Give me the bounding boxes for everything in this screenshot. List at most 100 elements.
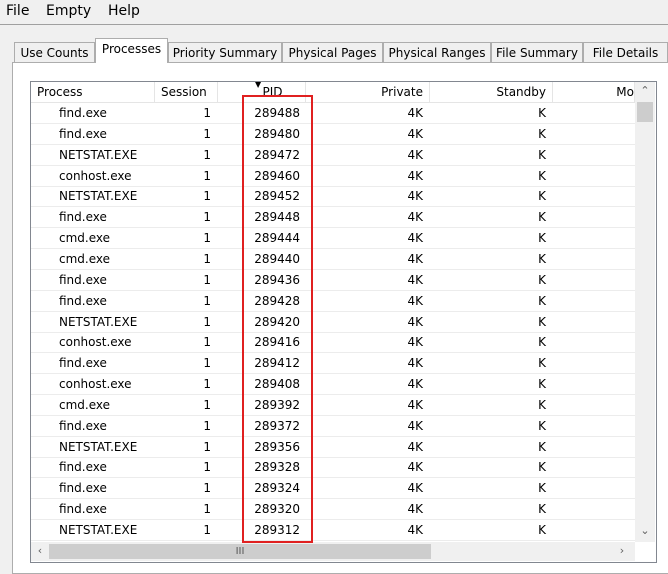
- tab-file-details[interactable]: File Details: [583, 42, 668, 62]
- tab-file-summary[interactable]: File Summary: [491, 42, 583, 62]
- cell-pid: 289452: [254, 189, 300, 204]
- cell-process-name: find.exe: [59, 293, 107, 308]
- table-row[interactable]: find.exe 1 289412 4K K: [31, 353, 635, 375]
- cell-process-name: find.exe: [59, 481, 107, 496]
- table-row[interactable]: NETSTAT.EXE 1 289472 4K K: [31, 145, 635, 166]
- table-row[interactable]: cmd.exe 1 289444 4K K: [31, 228, 635, 250]
- cell-session: 1: [203, 481, 211, 496]
- table-row[interactable]: conhost.exe 1 289408 4K K: [31, 374, 635, 396]
- tab-physical-pages[interactable]: Physical Pages: [282, 42, 383, 62]
- cell-standby: K: [538, 460, 546, 475]
- cell-process-name: NETSTAT.EXE: [59, 147, 138, 162]
- cell-pid: 289328: [254, 460, 300, 475]
- table-row[interactable]: find.exe 1 289324 4K K: [31, 478, 635, 500]
- sort-desc-icon: ▼: [255, 82, 262, 89]
- cell-pid: 289356: [254, 439, 300, 454]
- table-row[interactable]: cmd.exe 1 289392 4K K: [31, 395, 635, 416]
- horizontal-scrollbar[interactable]: ‹ III ›: [31, 542, 635, 561]
- cell-standby: K: [538, 523, 546, 537]
- cell-session: 1: [203, 189, 211, 204]
- col-process[interactable]: Process: [31, 82, 155, 102]
- cell-private: 4K: [407, 356, 423, 371]
- cell-process-name: find.exe: [59, 272, 107, 287]
- cell-session: 1: [203, 377, 211, 392]
- tab-use-counts[interactable]: Use Counts: [14, 42, 95, 62]
- cell-standby: K: [538, 189, 546, 204]
- cell-private: 4K: [407, 293, 423, 308]
- menu-help[interactable]: Help: [108, 3, 140, 19]
- cell-private: 4K: [407, 106, 423, 120]
- scroll-up-icon[interactable]: ⌃: [635, 84, 655, 97]
- cell-process-name: find.exe: [59, 356, 107, 371]
- table-row[interactable]: cmd.exe 1 289440 4K K: [31, 249, 635, 270]
- cell-standby: K: [538, 356, 546, 371]
- table-row[interactable]: find.exe 1 289488 4K K: [31, 103, 635, 124]
- table-row[interactable]: find.exe 1 289328 4K K: [31, 457, 635, 479]
- cell-standby: K: [538, 106, 546, 120]
- cell-pid: 289448: [254, 210, 300, 225]
- cell-private: 4K: [407, 126, 423, 141]
- table-row[interactable]: NETSTAT.EXE 1 289356 4K K: [31, 437, 635, 458]
- cell-standby: K: [538, 293, 546, 308]
- cell-session: 1: [203, 126, 211, 141]
- cell-pid: 289428: [254, 293, 300, 308]
- table-row[interactable]: conhost.exe 1 289416 4K K: [31, 332, 635, 354]
- cell-private: 4K: [407, 418, 423, 433]
- cell-standby: K: [538, 231, 546, 246]
- tab-priority-summary[interactable]: Priority Summary: [168, 42, 282, 62]
- table-row[interactable]: find.exe 1 289436 4K K: [31, 270, 635, 291]
- menu-empty[interactable]: Empty: [46, 3, 91, 19]
- cell-process-name: NETSTAT.EXE: [59, 523, 138, 537]
- col-pid[interactable]: ▼ PID: [218, 82, 306, 102]
- tab-physical-ranges[interactable]: Physical Ranges: [383, 42, 491, 62]
- cell-standby: K: [538, 147, 546, 162]
- horizontal-scroll-thumb[interactable]: III: [49, 544, 431, 559]
- cell-pid: 289372: [254, 418, 300, 433]
- table-row[interactable]: find.exe 1 289372 4K K: [31, 416, 635, 437]
- cell-private: 4K: [407, 147, 423, 162]
- table-row[interactable]: NETSTAT.EXE 1 289312 4K K: [31, 520, 635, 541]
- cell-standby: K: [538, 439, 546, 454]
- menu-file[interactable]: File: [6, 3, 29, 19]
- table-row[interactable]: find.exe 1 289428 4K K: [31, 291, 635, 312]
- cell-pid: 289480: [254, 126, 300, 141]
- vertical-scrollbar[interactable]: ⌃ ⌄: [635, 82, 655, 542]
- cell-session: 1: [203, 418, 211, 433]
- cell-private: 4K: [407, 502, 423, 517]
- cell-process-name: cmd.exe: [59, 397, 111, 412]
- cell-pid: 289420: [254, 314, 300, 329]
- cell-standby: K: [538, 126, 546, 141]
- col-standby[interactable]: Standby: [430, 82, 553, 102]
- cell-private: 4K: [407, 168, 423, 183]
- cell-process-name: conhost.exe: [59, 335, 132, 350]
- cell-pid: 289416: [254, 335, 300, 350]
- scroll-down-icon[interactable]: ⌄: [635, 524, 655, 537]
- cell-private: 4K: [407, 523, 423, 537]
- table-row[interactable]: NETSTAT.EXE 1 289452 4K K: [31, 186, 635, 208]
- cell-session: 1: [203, 439, 211, 454]
- scroll-right-icon[interactable]: ›: [615, 544, 629, 557]
- col-modified[interactable]: Mo: [553, 82, 635, 102]
- col-private[interactable]: Private: [306, 82, 430, 102]
- cell-private: 4K: [407, 231, 423, 246]
- cell-private: 4K: [407, 335, 423, 350]
- cell-pid: 289392: [254, 397, 300, 412]
- tab-processes[interactable]: Processes: [95, 38, 168, 63]
- cell-private: 4K: [407, 397, 423, 412]
- cell-pid: 289312: [254, 523, 300, 537]
- table-row[interactable]: conhost.exe 1 289460 4K K: [31, 166, 635, 187]
- cell-standby: K: [538, 314, 546, 329]
- cell-process-name: NETSTAT.EXE: [59, 189, 138, 204]
- cell-session: 1: [203, 147, 211, 162]
- table-row[interactable]: find.exe 1 289320 4K K: [31, 499, 635, 521]
- table-row[interactable]: NETSTAT.EXE 1 289420 4K K: [31, 312, 635, 333]
- cell-standby: K: [538, 377, 546, 392]
- table-row[interactable]: find.exe 1 289480 4K K: [31, 124, 635, 145]
- vertical-scroll-thumb[interactable]: [637, 102, 653, 122]
- cell-session: 1: [203, 251, 211, 266]
- cell-pid: 289460: [254, 168, 300, 183]
- table-row[interactable]: find.exe 1 289448 4K K: [31, 207, 635, 229]
- scroll-left-icon[interactable]: ‹: [33, 544, 47, 557]
- cell-pid: 289488: [254, 106, 300, 120]
- col-session[interactable]: Session: [155, 82, 218, 102]
